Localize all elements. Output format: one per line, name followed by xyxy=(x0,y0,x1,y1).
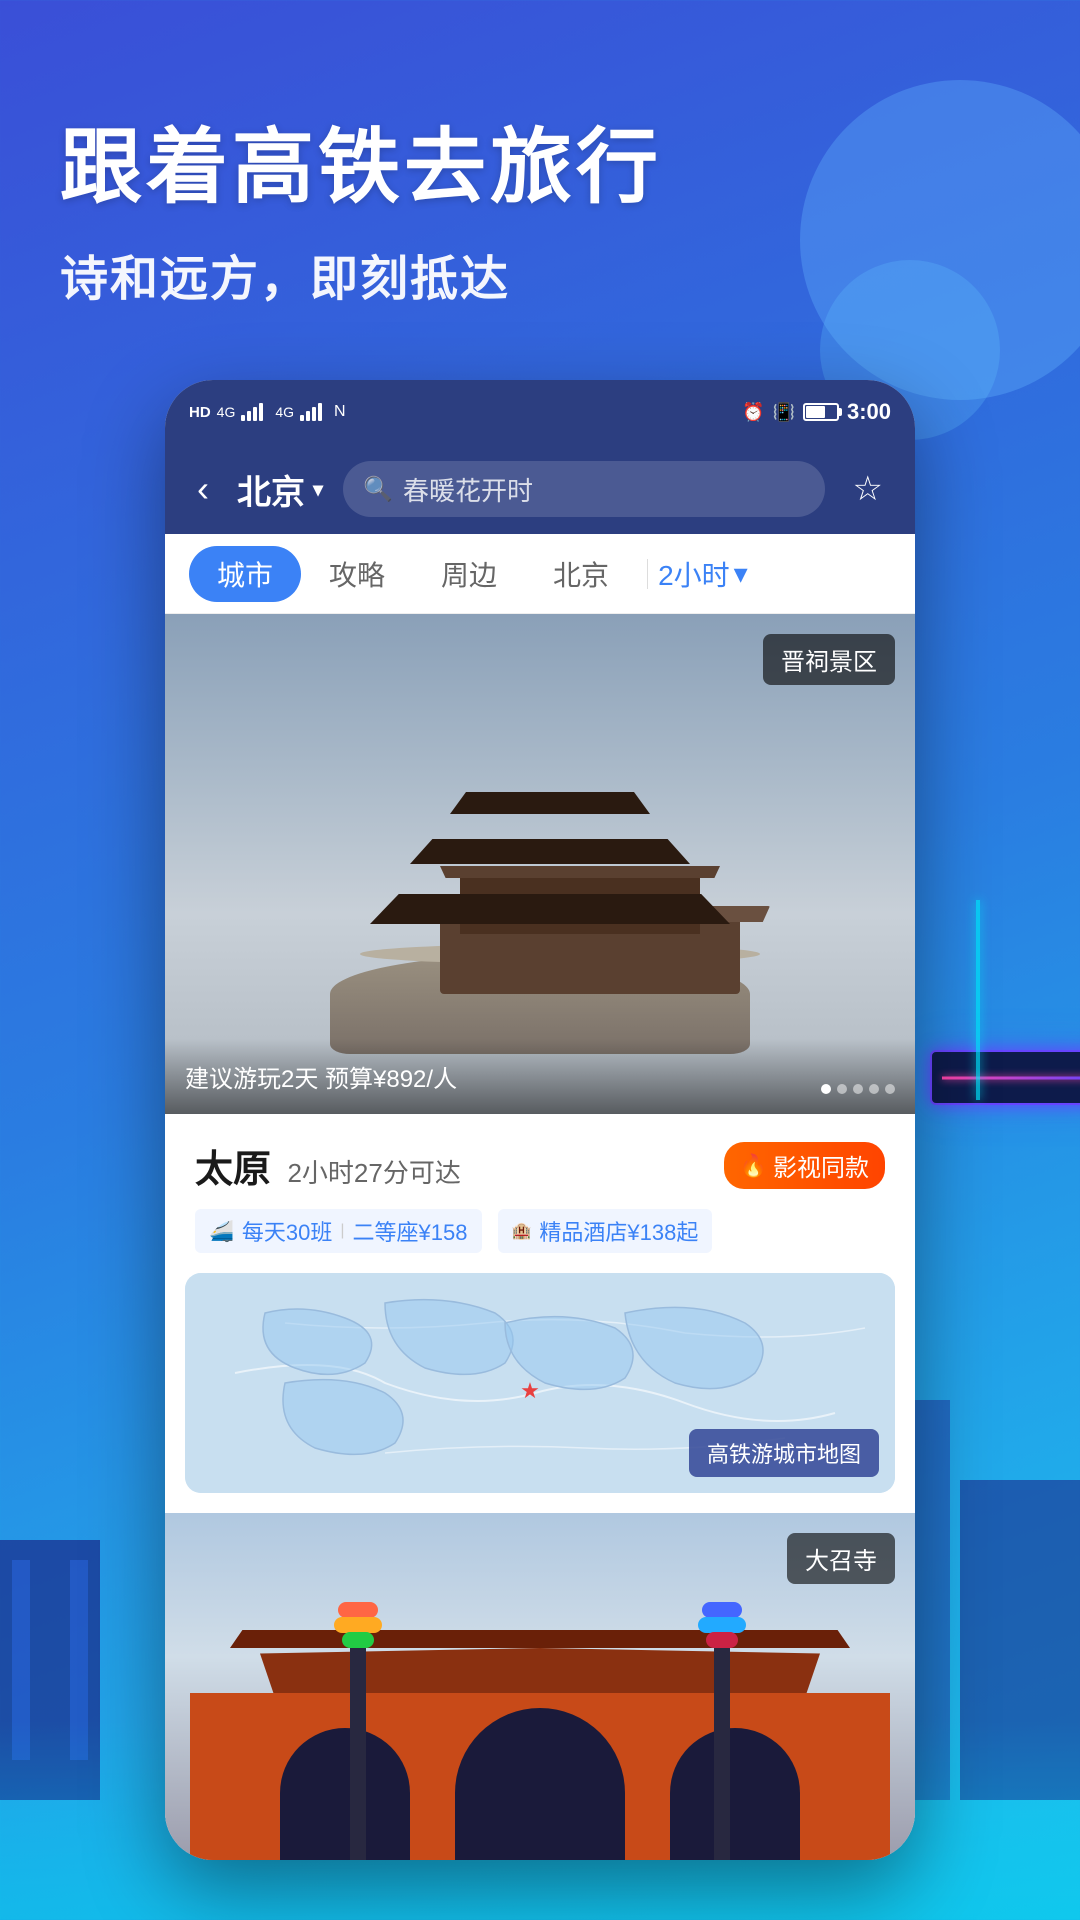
train-icon-tag: 🚄 每天30班 | 二等座¥158 xyxy=(195,1209,482,1253)
network-4g: 4G xyxy=(217,404,236,420)
transport-freq: 每天30班 xyxy=(242,1215,332,1247)
second-card: 大召寺 xyxy=(165,1513,915,1860)
dot-3 xyxy=(853,1084,863,1094)
seat-price: 二等座¥158 xyxy=(353,1215,468,1247)
tab-bar: 城市 攻略 周边 北京 2小时 ▾ xyxy=(165,534,915,614)
hero-bottom: 建议游玩2天 预算¥892/人 xyxy=(165,1039,915,1114)
destination-travel-time: 2小时27分可达 xyxy=(287,1158,460,1188)
status-bar: HD 4G 4G N ⏰ 📳 3:00 xyxy=(165,380,915,444)
signal2-bar-4 xyxy=(318,403,322,421)
battery-tip xyxy=(839,408,842,416)
tab-guide-label: 攻略 xyxy=(329,560,385,591)
signal-bar-3 xyxy=(253,407,257,421)
search-bar[interactable]: 🔍 春暖花开时 xyxy=(343,461,824,517)
cyan-line-decoration xyxy=(976,900,980,1100)
network-hd: HD xyxy=(189,404,211,421)
image-dots xyxy=(821,1084,895,1094)
dot-5 xyxy=(885,1084,895,1094)
signal2-bar-1 xyxy=(300,415,304,421)
hero-description: 建议游玩2天 预算¥892/人 xyxy=(185,1059,457,1094)
phone-container: HD 4G 4G N ⏰ 📳 3:00 xyxy=(165,380,915,1860)
transport-sep: | xyxy=(340,1222,344,1240)
second-card-tag: 大召寺 xyxy=(787,1533,895,1584)
tab-beijing[interactable]: 北京 xyxy=(525,546,637,602)
vibrate-icon: 📳 xyxy=(773,402,795,423)
dest-badge-label: 影视同款 xyxy=(773,1148,869,1183)
tab-divider xyxy=(647,559,648,589)
search-icon: 🔍 xyxy=(363,475,393,504)
tab-guide[interactable]: 攻略 xyxy=(301,546,413,602)
roof-bottom xyxy=(370,894,730,924)
tab-nearby-label: 周边 xyxy=(441,560,497,591)
neon-line xyxy=(942,1076,1080,1079)
dot-4 xyxy=(869,1084,879,1094)
city-name: 北京 xyxy=(237,465,305,514)
signal-bar-2 xyxy=(247,411,251,421)
roof-mid xyxy=(410,839,690,864)
hero-title: 跟着高铁去旅行 xyxy=(60,100,662,219)
destination-badge: 🔥 影视同款 xyxy=(724,1142,885,1189)
status-left: HD 4G 4G N xyxy=(189,403,346,421)
search-placeholder: 春暖花开时 xyxy=(403,471,533,508)
tab-time-dropdown: ▾ xyxy=(734,557,748,590)
hero-card: 晋祠景区 建议游玩2天 预算¥892/人 xyxy=(165,614,915,1114)
nfc-icon: N xyxy=(334,403,346,421)
network-4g-2: 4G xyxy=(275,404,294,420)
dest-name-row: 太原 2小时27分可达 xyxy=(195,1138,461,1193)
city-selector[interactable]: 北京 ▾ xyxy=(237,465,323,514)
hero-section: 跟着高铁去旅行 诗和远方，即刻抵达 xyxy=(60,100,662,309)
signal2-bar-2 xyxy=(306,411,310,421)
city-dropdown-icon: ▾ xyxy=(313,477,323,502)
signal-bars-2 xyxy=(300,403,322,421)
hero-subtitle: 诗和远方，即刻抵达 xyxy=(60,239,662,309)
time-display: 3:00 xyxy=(847,399,891,425)
tab-time-label: 2小时 xyxy=(658,554,730,594)
status-right: ⏰ 📳 3:00 xyxy=(742,399,891,425)
roof-top xyxy=(450,792,650,814)
dot-1 xyxy=(821,1084,831,1094)
tab-beijing-label: 北京 xyxy=(553,560,609,591)
dot-2 xyxy=(837,1084,847,1094)
tab-nearby[interactable]: 周边 xyxy=(413,546,525,602)
transport-info-row: 🚄 每天30班 | 二等座¥158 🏨 精品酒店¥138起 xyxy=(165,1209,915,1273)
map-label: 高铁游城市地图 xyxy=(689,1429,879,1477)
train-icon: 🚄 xyxy=(209,1219,234,1244)
destination-info: 太原 2小时27分可达 🔥 影视同款 xyxy=(165,1114,915,1209)
tab-city[interactable]: 城市 xyxy=(189,546,301,602)
hero-tag: 晋祠景区 xyxy=(763,634,895,685)
hotel-price: 精品酒店¥138起 xyxy=(539,1215,698,1247)
destination-name: 太原 xyxy=(195,1149,271,1191)
tab-time[interactable]: 2小时 ▾ xyxy=(658,554,748,594)
signal-bar-4 xyxy=(259,403,263,421)
fire-icon: 🔥 xyxy=(740,1153,767,1179)
alarm-icon: ⏰ xyxy=(742,402,764,423)
top-nav: ‹ 北京 ▾ 🔍 春暖花开时 ☆ xyxy=(165,444,915,534)
back-button[interactable]: ‹ xyxy=(189,460,217,518)
tab-city-label: 城市 xyxy=(217,560,273,591)
neon-platform xyxy=(930,1050,1080,1105)
hotel-icon: 🏨 xyxy=(512,1221,532,1241)
svg-text:★: ★ xyxy=(520,1378,540,1403)
signal-bar-1 xyxy=(241,415,245,421)
scroll-content[interactable]: 晋祠景区 建议游玩2天 预算¥892/人 太原 2小时27分可达 🔥 xyxy=(165,614,915,1860)
signal2-bar-3 xyxy=(312,407,316,421)
battery-icon xyxy=(803,403,839,421)
battery-fill xyxy=(806,406,826,418)
hotel-tag: 🏨 精品酒店¥138起 xyxy=(498,1209,713,1253)
map-section[interactable]: ★ 高铁游城市地图 xyxy=(185,1273,895,1493)
back-icon: ‹ xyxy=(197,468,209,509)
signal-bars xyxy=(241,403,263,421)
star-icon: ☆ xyxy=(853,470,883,508)
favorite-button[interactable]: ☆ xyxy=(845,461,891,517)
